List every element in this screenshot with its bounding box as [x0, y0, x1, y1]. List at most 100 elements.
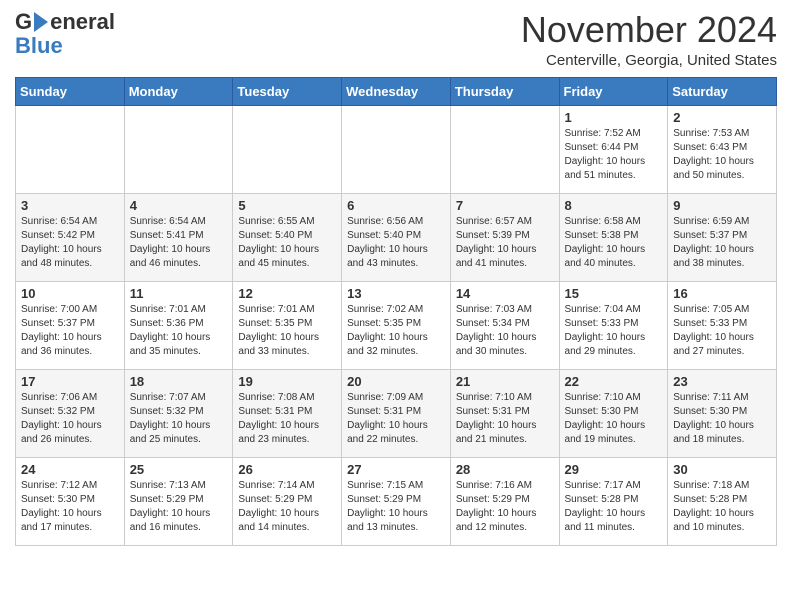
calendar-cell: 27 Sunrise: 7:15 AM Sunset: 5:29 PM Dayli…	[342, 457, 451, 545]
logo-blue-text: Blue	[15, 33, 63, 58]
day-number: 22	[565, 374, 663, 389]
day-info: Sunrise: 7:16 AM Sunset: 5:29 PM Dayligh…	[456, 479, 554, 535]
day-info: Sunrise: 7:18 AM Sunset: 5:28 PM Dayligh…	[673, 479, 771, 535]
page: G eneral Blue November 2024 Centerville,…	[0, 0, 792, 561]
calendar-cell: 16Sunrise: 7:05 AM Sunset: 5:33 PM Dayli…	[668, 281, 777, 369]
logo-general-rest: eneral	[50, 10, 115, 34]
calendar-cell	[233, 105, 342, 193]
calendar-cell: 9Sunrise: 6:59 AM Sunset: 5:37 PM Daylig…	[668, 193, 777, 281]
day-info: Sunrise: 7:14 AM Sunset: 5:29 PM Dayligh…	[238, 479, 336, 535]
day-number: 15	[565, 286, 663, 301]
day-number: 23	[673, 374, 771, 389]
day-number: 26	[238, 462, 336, 477]
calendar-cell: 7 Sunrise: 6:57 AM Sunset: 5:39 PM Daylig…	[450, 193, 559, 281]
day-info: Sunrise: 6:54 AM Sunset: 5:41 PM Dayligh…	[130, 215, 228, 271]
day-number: 18	[130, 374, 228, 389]
weekday-header-thursday: Thursday	[450, 77, 559, 105]
calendar-cell: 6Sunrise: 6:56 AM Sunset: 5:40 PM Daylig…	[342, 193, 451, 281]
calendar-cell: 24 Sunrise: 7:12 AM Sunset: 5:30 PM Dayli…	[16, 457, 125, 545]
day-number: 7	[456, 198, 554, 213]
calendar-cell: 13Sunrise: 7:02 AM Sunset: 5:35 PM Dayli…	[342, 281, 451, 369]
day-number: 27	[347, 462, 445, 477]
day-info: Sunrise: 7:53 AM Sunset: 6:43 PM Dayligh…	[673, 127, 771, 183]
day-info: Sunrise: 7:15 AM Sunset: 5:29 PM Dayligh…	[347, 479, 445, 535]
day-number: 19	[238, 374, 336, 389]
calendar-cell: 1 Sunrise: 7:52 AM Sunset: 6:44 PM Daylig…	[559, 105, 668, 193]
calendar-cell: 10 Sunrise: 7:00 AM Sunset: 5:37 PM Dayli…	[16, 281, 125, 369]
day-info: Sunrise: 7:12 AM Sunset: 5:30 PM Dayligh…	[21, 479, 119, 535]
calendar-cell: 2 Sunrise: 7:53 AM Sunset: 6:43 PM Daylig…	[668, 105, 777, 193]
calendar-week-2: 3Sunrise: 6:54 AM Sunset: 5:42 PM Daylig…	[16, 193, 777, 281]
day-info: Sunrise: 7:06 AM Sunset: 5:32 PM Dayligh…	[21, 391, 119, 447]
day-info: Sunrise: 7:03 AM Sunset: 5:34 PM Dayligh…	[456, 303, 554, 359]
day-info: Sunrise: 7:01 AM Sunset: 5:36 PM Dayligh…	[130, 303, 228, 359]
calendar-cell: 26 Sunrise: 7:14 AM Sunset: 5:29 PM Dayli…	[233, 457, 342, 545]
weekday-header-saturday: Saturday	[668, 77, 777, 105]
calendar: SundayMondayTuesdayWednesdayThursdayFrid…	[15, 77, 777, 546]
day-info: Sunrise: 6:58 AM Sunset: 5:38 PM Dayligh…	[565, 215, 663, 271]
logo-general-g: G	[15, 10, 32, 34]
logo-triangle-icon	[34, 12, 48, 32]
day-number: 4	[130, 198, 228, 213]
day-info: Sunrise: 7:52 AM Sunset: 6:44 PM Dayligh…	[565, 127, 663, 183]
day-info: Sunrise: 7:09 AM Sunset: 5:31 PM Dayligh…	[347, 391, 445, 447]
day-info: Sunrise: 7:07 AM Sunset: 5:32 PM Dayligh…	[130, 391, 228, 447]
day-number: 11	[130, 286, 228, 301]
header: G eneral Blue November 2024 Centerville,…	[15, 10, 777, 69]
day-number: 1	[565, 110, 663, 125]
day-number: 24	[21, 462, 119, 477]
month-title: November 2024	[521, 10, 777, 50]
calendar-cell: 21 Sunrise: 7:10 AM Sunset: 5:31 PM Dayli…	[450, 369, 559, 457]
day-number: 2	[673, 110, 771, 125]
day-number: 30	[673, 462, 771, 477]
day-info: Sunrise: 6:55 AM Sunset: 5:40 PM Dayligh…	[238, 215, 336, 271]
calendar-week-4: 17Sunrise: 7:06 AM Sunset: 5:32 PM Dayli…	[16, 369, 777, 457]
calendar-cell: 12 Sunrise: 7:01 AM Sunset: 5:35 PM Dayli…	[233, 281, 342, 369]
day-info: Sunrise: 6:57 AM Sunset: 5:39 PM Dayligh…	[456, 215, 554, 271]
day-number: 25	[130, 462, 228, 477]
calendar-cell: 15 Sunrise: 7:04 AM Sunset: 5:33 PM Dayli…	[559, 281, 668, 369]
calendar-cell: 29 Sunrise: 7:17 AM Sunset: 5:28 PM Dayli…	[559, 457, 668, 545]
title-section: November 2024 Centerville, Georgia, Unit…	[521, 10, 777, 69]
day-info: Sunrise: 7:04 AM Sunset: 5:33 PM Dayligh…	[565, 303, 663, 359]
day-number: 5	[238, 198, 336, 213]
calendar-cell: 3Sunrise: 6:54 AM Sunset: 5:42 PM Daylig…	[16, 193, 125, 281]
day-number: 10	[21, 286, 119, 301]
day-info: Sunrise: 7:13 AM Sunset: 5:29 PM Dayligh…	[130, 479, 228, 535]
weekday-header-tuesday: Tuesday	[233, 77, 342, 105]
day-info: Sunrise: 7:10 AM Sunset: 5:31 PM Dayligh…	[456, 391, 554, 447]
calendar-cell	[16, 105, 125, 193]
day-number: 14	[456, 286, 554, 301]
calendar-week-1: 1 Sunrise: 7:52 AM Sunset: 6:44 PM Daylig…	[16, 105, 777, 193]
location: Centerville, Georgia, United States	[521, 52, 777, 69]
calendar-cell: 19 Sunrise: 7:08 AM Sunset: 5:31 PM Dayli…	[233, 369, 342, 457]
day-number: 28	[456, 462, 554, 477]
day-info: Sunrise: 7:17 AM Sunset: 5:28 PM Dayligh…	[565, 479, 663, 535]
calendar-week-5: 24 Sunrise: 7:12 AM Sunset: 5:30 PM Dayli…	[16, 457, 777, 545]
weekday-header-sunday: Sunday	[16, 77, 125, 105]
day-number: 3	[21, 198, 119, 213]
calendar-cell: 5 Sunrise: 6:55 AM Sunset: 5:40 PM Daylig…	[233, 193, 342, 281]
calendar-cell: 4 Sunrise: 6:54 AM Sunset: 5:41 PM Daylig…	[124, 193, 233, 281]
calendar-cell: 28 Sunrise: 7:16 AM Sunset: 5:29 PM Dayli…	[450, 457, 559, 545]
calendar-cell: 14 Sunrise: 7:03 AM Sunset: 5:34 PM Dayli…	[450, 281, 559, 369]
calendar-cell: 30 Sunrise: 7:18 AM Sunset: 5:28 PM Dayli…	[668, 457, 777, 545]
day-number: 16	[673, 286, 771, 301]
day-info: Sunrise: 7:01 AM Sunset: 5:35 PM Dayligh…	[238, 303, 336, 359]
calendar-week-3: 10 Sunrise: 7:00 AM Sunset: 5:37 PM Dayli…	[16, 281, 777, 369]
day-number: 8	[565, 198, 663, 213]
day-info: Sunrise: 7:11 AM Sunset: 5:30 PM Dayligh…	[673, 391, 771, 447]
day-number: 12	[238, 286, 336, 301]
weekday-header-wednesday: Wednesday	[342, 77, 451, 105]
day-info: Sunrise: 6:59 AM Sunset: 5:37 PM Dayligh…	[673, 215, 771, 271]
calendar-cell: 23 Sunrise: 7:11 AM Sunset: 5:30 PM Dayli…	[668, 369, 777, 457]
day-info: Sunrise: 7:00 AM Sunset: 5:37 PM Dayligh…	[21, 303, 119, 359]
day-info: Sunrise: 7:08 AM Sunset: 5:31 PM Dayligh…	[238, 391, 336, 447]
day-number: 29	[565, 462, 663, 477]
day-number: 21	[456, 374, 554, 389]
day-info: Sunrise: 7:10 AM Sunset: 5:30 PM Dayligh…	[565, 391, 663, 447]
logo: G eneral Blue	[15, 10, 115, 58]
calendar-header-row: SundayMondayTuesdayWednesdayThursdayFrid…	[16, 77, 777, 105]
calendar-cell: 18 Sunrise: 7:07 AM Sunset: 5:32 PM Dayli…	[124, 369, 233, 457]
day-info: Sunrise: 7:02 AM Sunset: 5:35 PM Dayligh…	[347, 303, 445, 359]
